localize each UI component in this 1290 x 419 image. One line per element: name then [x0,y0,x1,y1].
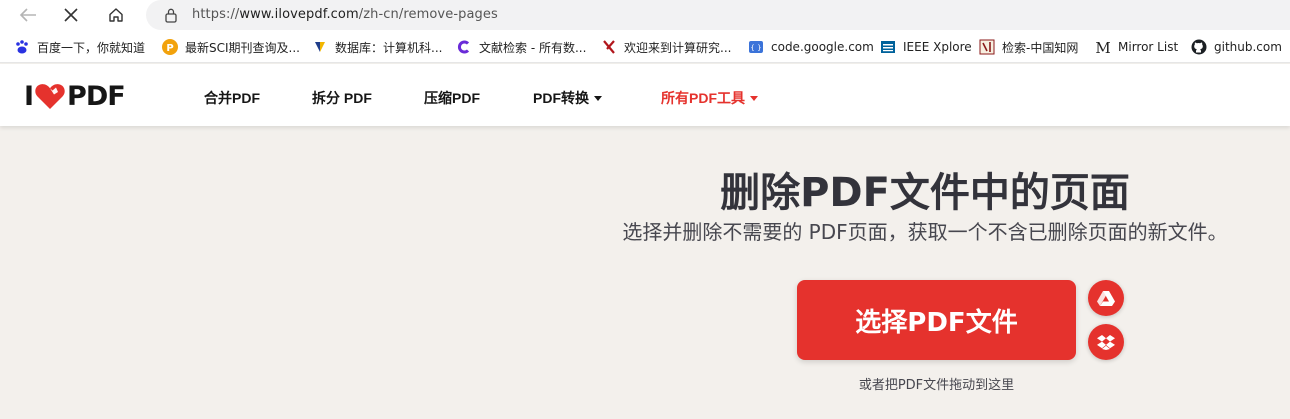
bookmark-github[interactable]: github.com [1191,31,1282,63]
drop-hint: 或者把PDF文件拖动到这里 [858,378,1015,393]
close-tab-button[interactable] [57,3,85,27]
logo-text-pdf: PDF [67,80,126,112]
url-text[interactable]: https://www.ilovepdf.com/zh-cn/remove-pa… [192,7,498,22]
arrow-left-icon [19,8,36,22]
bookmark-label: 欢迎来到计算研究... [624,40,732,55]
nav-compress-pdf[interactable]: 压缩PDF [424,88,480,108]
github-icon [1191,39,1207,55]
nav-split-pdf[interactable]: 拆分 PDF [312,88,372,108]
nav-convert-pdf[interactable]: PDF转换 [533,88,602,108]
home-button[interactable] [102,3,130,27]
nav-all-tools[interactable]: 所有PDF工具 [661,88,758,108]
page-title: 删除PDF文件中的页面 [720,170,1130,216]
svg-text:M: M [1095,39,1110,55]
bookmark-label: IEEE Xplore [903,40,972,54]
letter-p-icon: P [162,39,178,55]
nav-label: PDF转换 [533,90,589,106]
bookmark-label: 最新SCI期刊查询及... [185,40,300,55]
letter-m-icon: M [1095,39,1111,55]
url-path: /zh-cn/remove-pages [358,7,498,22]
bookmark-label: 百度一下，你就知道 [37,40,146,55]
bookmark-cnki[interactable]: 检索-中国知网 [979,31,1078,63]
back-button[interactable] [14,3,42,27]
nav-label: 压缩PDF [424,90,480,106]
page-subtitle: 选择并删除不需要的 PDF页面，获取一个不含已删除页面的新文件。 [622,220,1228,244]
ieee-icon [880,39,896,55]
bookmark-database[interactable]: 数据库：计算机科... [312,31,442,63]
x-logo-icon [601,39,617,55]
browser-toolbar: https://www.ilovepdf.com/zh-cn/remove-pa… [0,0,1290,31]
google-code-icon: { } [748,39,764,55]
nav-label: 合并PDF [204,90,260,106]
ilovepdf-logo[interactable]: I PDF [24,80,126,112]
bookmarks-bar: 百度一下，你就知道 P 最新SCI期刊查询及... 数据库：计算机科... 文献… [0,31,1290,63]
address-bar[interactable]: https://www.ilovepdf.com/zh-cn/remove-pa… [146,0,1290,30]
close-icon [64,8,78,22]
dropbox-icon [1097,335,1115,350]
lock-icon[interactable] [164,7,178,23]
url-host: www.ilovepdf.com [239,7,359,22]
logo-letter-i: I [24,80,34,112]
bookmark-mirror-list[interactable]: M Mirror List [1095,31,1178,63]
home-icon [109,8,123,22]
bookmark-sci[interactable]: P 最新SCI期刊查询及... [162,31,300,63]
select-pdf-button[interactable]: 选择PDF文件 [797,280,1076,360]
caret-down-icon [594,96,602,101]
search-c-icon [456,39,472,55]
bookmark-literature[interactable]: 文献检索 - 所有数... [456,31,586,63]
site-header: I PDF 合并PDF 拆分 PDF 压缩PDF PDF转换 所有PDF工具 [0,64,1290,126]
bookmark-label: github.com [1214,40,1282,54]
database-icon [312,39,328,55]
bookmark-baidu[interactable]: 百度一下，你就知道 [14,31,145,63]
heart-icon [35,84,65,109]
bookmark-label: 检索-中国知网 [1002,40,1079,55]
nav-merge-pdf[interactable]: 合并PDF [204,88,260,108]
dropbox-button[interactable] [1088,324,1124,360]
google-drive-icon [1097,291,1115,306]
bookmark-label: 文献检索 - 所有数... [479,40,587,55]
bookmark-computing[interactable]: 欢迎来到计算研究... [601,31,731,63]
bookmark-ieee[interactable]: IEEE Xplore [880,31,972,63]
url-scheme: https:// [192,7,240,22]
baidu-paw-icon [14,39,30,55]
google-drive-button[interactable] [1088,280,1124,316]
nav-label: 拆分 PDF [312,90,372,106]
bookmark-google-code[interactable]: { } code.google.com [748,31,874,63]
svg-text:{ }: { } [750,44,761,52]
bookmark-label: 数据库：计算机科... [335,40,443,55]
cnki-icon [979,39,995,55]
bookmark-label: code.google.com [771,40,874,54]
caret-down-icon [750,96,758,101]
nav-label: 所有PDF工具 [661,90,745,106]
bookmark-label: Mirror List [1118,40,1179,54]
svg-text:P: P [166,43,173,54]
